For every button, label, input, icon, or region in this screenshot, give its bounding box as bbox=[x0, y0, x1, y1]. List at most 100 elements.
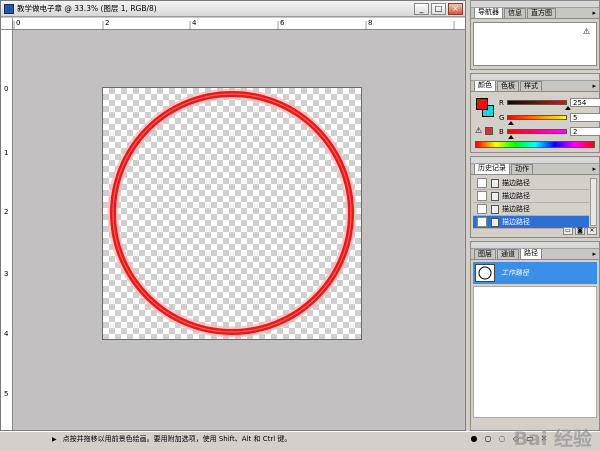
warning-icon: ⚠ bbox=[582, 27, 590, 36]
navigator-panel: 导航器 信息 直方图 ▸ ⚠ bbox=[470, 0, 600, 70]
tab-actions[interactable]: 动作 bbox=[511, 164, 533, 174]
slider-knob[interactable] bbox=[565, 106, 571, 110]
stroke-path-icon bbox=[491, 204, 499, 214]
channel-row-b: B 2 bbox=[499, 126, 600, 139]
slider-knob[interactable] bbox=[508, 135, 514, 139]
channel-label: B bbox=[499, 127, 504, 136]
channel-row-g: G 5 bbox=[499, 112, 600, 125]
status-bar: ▶ 点按并拖移以用前景色绘画。要用附加选项，使用 Shift、Alt 和 Ctr… bbox=[0, 428, 600, 450]
stroke-path-icon bbox=[491, 191, 499, 201]
horizontal-ruler[interactable]: 0 2 4 6 8 bbox=[13, 18, 465, 30]
tab-paths[interactable]: 路径 bbox=[520, 248, 542, 259]
history-checkbox[interactable] bbox=[477, 191, 487, 201]
tab-swatches[interactable]: 色板 bbox=[497, 81, 519, 91]
b-value-field[interactable]: 2 bbox=[570, 127, 600, 136]
history-item-label: 描边路径 bbox=[502, 192, 530, 200]
baidu-watermark: Bai 经验 bbox=[513, 428, 592, 450]
stroke-path-icon bbox=[491, 217, 499, 227]
tab-navigator[interactable]: 导航器 bbox=[474, 7, 503, 18]
status-arrow-icon[interactable]: ▶ bbox=[52, 436, 57, 443]
panel-grip[interactable] bbox=[471, 242, 599, 249]
restore-button[interactable]: □ bbox=[431, 2, 446, 15]
work-path-label: 工作路径 bbox=[501, 269, 529, 277]
panel-menu-icon[interactable]: ▸ bbox=[592, 165, 596, 174]
history-item-label: 描边路径 bbox=[502, 218, 530, 226]
tab-layers[interactable]: 图层 bbox=[474, 249, 496, 259]
channel-label: G bbox=[499, 113, 505, 122]
ruler-v-label: 0 bbox=[4, 85, 9, 93]
history-checkbox[interactable] bbox=[477, 217, 487, 227]
document-titlebar[interactable]: 教学做电子章 @ 33.3% (图层 1, RGB/8) _ □ × bbox=[1, 1, 465, 17]
photoshop-doc-icon bbox=[4, 3, 14, 14]
history-checkbox[interactable] bbox=[477, 178, 487, 188]
horizontal-ruler-ticks bbox=[13, 21, 455, 30]
panel-menu-icon[interactable]: ▸ bbox=[592, 9, 596, 18]
tab-history[interactable]: 历史记录 bbox=[474, 163, 510, 174]
r-slider[interactable] bbox=[507, 100, 571, 110]
channel-label: R bbox=[499, 98, 504, 107]
document-title: 教学做电子章 @ 33.3% (图层 1, RGB/8) bbox=[17, 4, 157, 13]
gamut-color-chip[interactable] bbox=[485, 127, 493, 135]
trash-icon[interactable]: ✕ bbox=[587, 227, 597, 235]
ruler-h-label: 4 bbox=[192, 19, 197, 27]
ruler-h-label: 0 bbox=[16, 19, 21, 27]
tab-styles[interactable]: 样式 bbox=[520, 81, 542, 91]
canvas-area[interactable] bbox=[13, 30, 464, 429]
ruler-v-label: 2 bbox=[4, 208, 9, 216]
g-slider[interactable] bbox=[507, 115, 567, 125]
b-slider[interactable] bbox=[507, 129, 567, 139]
red-ring bbox=[107, 88, 357, 338]
ruler-v-label: 5 bbox=[4, 390, 9, 398]
ruler-v-label: 1 bbox=[4, 149, 9, 157]
new-document-from-state-icon[interactable]: ▭ bbox=[563, 227, 573, 235]
new-snapshot-icon[interactable]: ◙ bbox=[575, 227, 585, 235]
work-path-row[interactable]: 工作路径 bbox=[473, 262, 597, 284]
history-item-label: 描边路径 bbox=[502, 205, 530, 213]
ruler-h-label: 2 bbox=[105, 19, 110, 27]
path-thumbnail bbox=[475, 264, 495, 282]
color-panel: 颜色 色板 样式 ▸ ⚠ R 254 G 5 B 2 bbox=[470, 73, 600, 153]
channel-row-r: R 254 bbox=[499, 97, 600, 110]
load-path-as-selection-icon[interactable]: ◌ bbox=[496, 434, 508, 444]
tab-channels[interactable]: 通道 bbox=[497, 249, 519, 259]
tab-histogram[interactable]: 直方图 bbox=[527, 8, 556, 18]
history-item[interactable]: 描边路径 bbox=[473, 203, 589, 216]
transparent-canvas[interactable] bbox=[102, 87, 362, 340]
ruler-v-label: 4 bbox=[4, 330, 9, 338]
paths-list-area[interactable] bbox=[473, 286, 597, 418]
g-value-field[interactable]: 5 bbox=[570, 113, 600, 122]
panel-grip[interactable] bbox=[471, 1, 599, 8]
panel-menu-icon[interactable]: ▸ bbox=[592, 250, 596, 259]
panel-menu-icon[interactable]: ▸ bbox=[592, 82, 596, 91]
fill-path-icon[interactable]: ● bbox=[468, 434, 480, 444]
panel-grip[interactable] bbox=[471, 74, 599, 81]
history-scrollbar[interactable] bbox=[590, 178, 597, 226]
panel-grip[interactable] bbox=[471, 157, 599, 164]
history-item[interactable]: 描边路径 bbox=[473, 190, 589, 203]
minimize-button[interactable]: _ bbox=[414, 2, 429, 15]
layers-panel: 图层 通道 路径 ▸ 工作路径 bbox=[470, 241, 600, 431]
history-checkbox[interactable] bbox=[477, 204, 487, 214]
ruler-h-label: 8 bbox=[368, 19, 373, 27]
vertical-ruler[interactable]: 0 1 2 3 4 5 bbox=[1, 30, 13, 430]
r-value-field[interactable]: 254 bbox=[570, 98, 600, 107]
slider-knob[interactable] bbox=[508, 121, 514, 125]
tab-info[interactable]: 信息 bbox=[504, 8, 526, 18]
circle-path-icon bbox=[478, 266, 492, 280]
history-list: 描边路径 描边路径 描边路径 描边路径 bbox=[473, 177, 589, 229]
navigator-preview[interactable]: ⚠ bbox=[473, 22, 597, 66]
foreground-color-swatch[interactable] bbox=[476, 98, 488, 110]
close-button[interactable]: × bbox=[448, 2, 463, 15]
history-item[interactable]: 描边路径 bbox=[473, 177, 589, 190]
document-window: 教学做电子章 @ 33.3% (图层 1, RGB/8) _ □ × 0 2 4… bbox=[0, 0, 466, 431]
gamut-warning-icon: ⚠ bbox=[475, 126, 483, 135]
ruler-corner[interactable] bbox=[1, 18, 13, 30]
history-panel: 历史记录 动作 ▸ 描边路径 描边路径 描边路径 描边路径 ▭ ◙ ✕ bbox=[470, 156, 600, 238]
stroke-path-icon bbox=[491, 178, 499, 188]
ruler-h-label: 6 bbox=[280, 19, 285, 27]
stroke-path-icon[interactable]: ○ bbox=[482, 434, 494, 444]
color-ramp[interactable] bbox=[475, 141, 595, 148]
tab-color[interactable]: 颜色 bbox=[474, 80, 496, 91]
status-text: 点按并拖移以用前景色绘画。要用附加选项，使用 Shift、Alt 和 Ctrl … bbox=[62, 435, 292, 443]
ruler-v-label: 3 bbox=[4, 270, 9, 278]
